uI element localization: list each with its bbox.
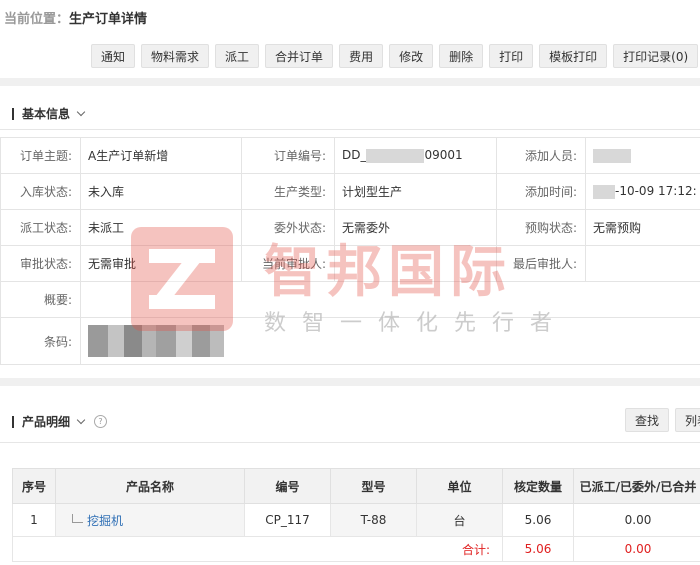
summary-value [80, 281, 700, 318]
tree-branch-icon [72, 513, 83, 523]
action-toolbar: 通知 物料需求 派工 合并订单 费用 修改 删除 打印 模板打印 打印记录(0) [91, 44, 700, 68]
stock-status: 未入库 [80, 173, 242, 210]
divider [0, 129, 700, 130]
product-detail-header[interactable]: 产品明细 ? [12, 413, 108, 430]
total-dispatched: 0.00 [573, 536, 700, 562]
field-label: 最后审批人: [496, 245, 586, 282]
help-icon[interactable]: ? [94, 415, 108, 428]
chevron-down-icon [76, 107, 86, 117]
column-header: 型号 [330, 468, 417, 504]
material-demand-button[interactable]: 物料需求 [141, 44, 210, 68]
total-label: 合计: [12, 536, 503, 562]
list-button[interactable]: 列表 [675, 408, 700, 432]
print-record-button[interactable]: 打印记录(0) [613, 44, 699, 68]
field-label: 生产类型: [241, 173, 335, 210]
product-actions: 查找 列表 [625, 408, 700, 432]
field-label: 订单主题: [0, 137, 81, 174]
chevron-down-icon [76, 415, 86, 425]
product-detail-panel: 产品明细 ? 查找 列表 序号 产品名称 编号 型号 单位 核定数量 已派工/已… [0, 386, 700, 565]
row-index: 1 [12, 503, 56, 537]
redacted-block [366, 148, 425, 163]
approval-status: 无需审批 [80, 245, 242, 282]
product-unit: 台 [416, 503, 503, 537]
section-bar-icon [12, 107, 14, 120]
field-label: 条码: [0, 317, 81, 365]
column-header: 已派工/已委外/已合并 [573, 468, 700, 504]
product-model: T-88 [330, 503, 417, 537]
field-label: 订单编号: [241, 137, 335, 174]
find-button[interactable]: 查找 [625, 408, 670, 432]
field-label: 添加时间: [496, 173, 586, 210]
add-time-suffix: -10-09 17:12: [615, 184, 697, 199]
field-label: 委外状态: [241, 209, 335, 246]
total-qty: 5.06 [502, 536, 574, 562]
merge-order-button[interactable]: 合并订单 [265, 44, 334, 68]
divider [0, 442, 700, 443]
edit-button[interactable]: 修改 [389, 44, 434, 68]
order-subject: A生产订单新增 [80, 137, 242, 174]
order-number: DD_ 09001 [334, 137, 497, 174]
basic-info-table: 订单主题: A生产订单新增 订单编号: DD_ 09001 添加人员: 入库状态:… [0, 137, 700, 365]
production-type: 计划型生产 [334, 173, 497, 210]
field-label: 当前审批人: [241, 245, 335, 282]
template-print-button[interactable]: 模板打印 [539, 44, 608, 68]
page-title: 生产订单详情 [69, 12, 148, 27]
field-label: 入库状态: [0, 173, 81, 210]
field-label: 添加人员: [496, 137, 586, 174]
field-label: 派工状态: [0, 209, 81, 246]
dispatched-qty: 0.00 [573, 503, 700, 537]
column-header: 核定数量 [502, 468, 574, 504]
adder-value [585, 137, 700, 174]
basic-info-title: 基本信息 [22, 107, 71, 121]
product-table: 序号 产品名称 编号 型号 单位 核定数量 已派工/已委外/已合并 1 挖掘机 … [12, 468, 700, 562]
purchase-status: 无需预购 [585, 209, 700, 246]
basic-info-header[interactable]: 基本信息 [12, 105, 86, 122]
field-label: 概要: [0, 281, 81, 318]
dispatch-status: 未派工 [80, 209, 242, 246]
barcode-value [80, 317, 700, 365]
current-approver [334, 245, 497, 282]
last-approver [585, 245, 700, 282]
approved-qty: 5.06 [502, 503, 574, 537]
breadcrumb-prefix: 当前位置： [4, 12, 70, 27]
redacted-block [593, 184, 615, 199]
column-header: 产品名称 [55, 468, 245, 504]
top-bar: 当前位置：生产订单详情 通知 物料需求 派工 合并订单 费用 修改 删除 打印 … [0, 0, 700, 78]
product-code: CP_117 [244, 503, 331, 537]
dispatch-button[interactable]: 派工 [215, 44, 260, 68]
notify-button[interactable]: 通知 [91, 44, 136, 68]
column-header: 单位 [416, 468, 503, 504]
column-header: 编号 [244, 468, 331, 504]
product-name-link[interactable]: 挖掘机 [87, 514, 123, 528]
field-label: 预购状态: [496, 209, 586, 246]
breadcrumb: 当前位置：生产订单详情 [4, 8, 147, 27]
column-header: 序号 [12, 468, 56, 504]
table-header-row: 序号 产品名称 编号 型号 单位 核定数量 已派工/已委外/已合并 [12, 468, 700, 504]
order-number-suffix: 09001 [424, 148, 463, 163]
total-row: 合计: 5.06 0.00 [12, 536, 700, 562]
order-number-prefix: DD_ [342, 148, 367, 163]
barcode-image [88, 325, 224, 357]
cost-button[interactable]: 费用 [339, 44, 384, 68]
product-name-cell: 挖掘机 [55, 503, 245, 537]
add-time: -10-09 17:12: [585, 173, 700, 210]
delete-button[interactable]: 删除 [439, 44, 484, 68]
table-row: 1 挖掘机 CP_117 T-88 台 5.06 0.00 [12, 503, 700, 537]
redacted-block [593, 148, 631, 163]
section-bar-icon [12, 415, 14, 428]
product-detail-title: 产品明细 [22, 415, 71, 429]
outsource-status: 无需委外 [334, 209, 497, 246]
print-button[interactable]: 打印 [489, 44, 534, 68]
field-label: 审批状态: [0, 245, 81, 282]
